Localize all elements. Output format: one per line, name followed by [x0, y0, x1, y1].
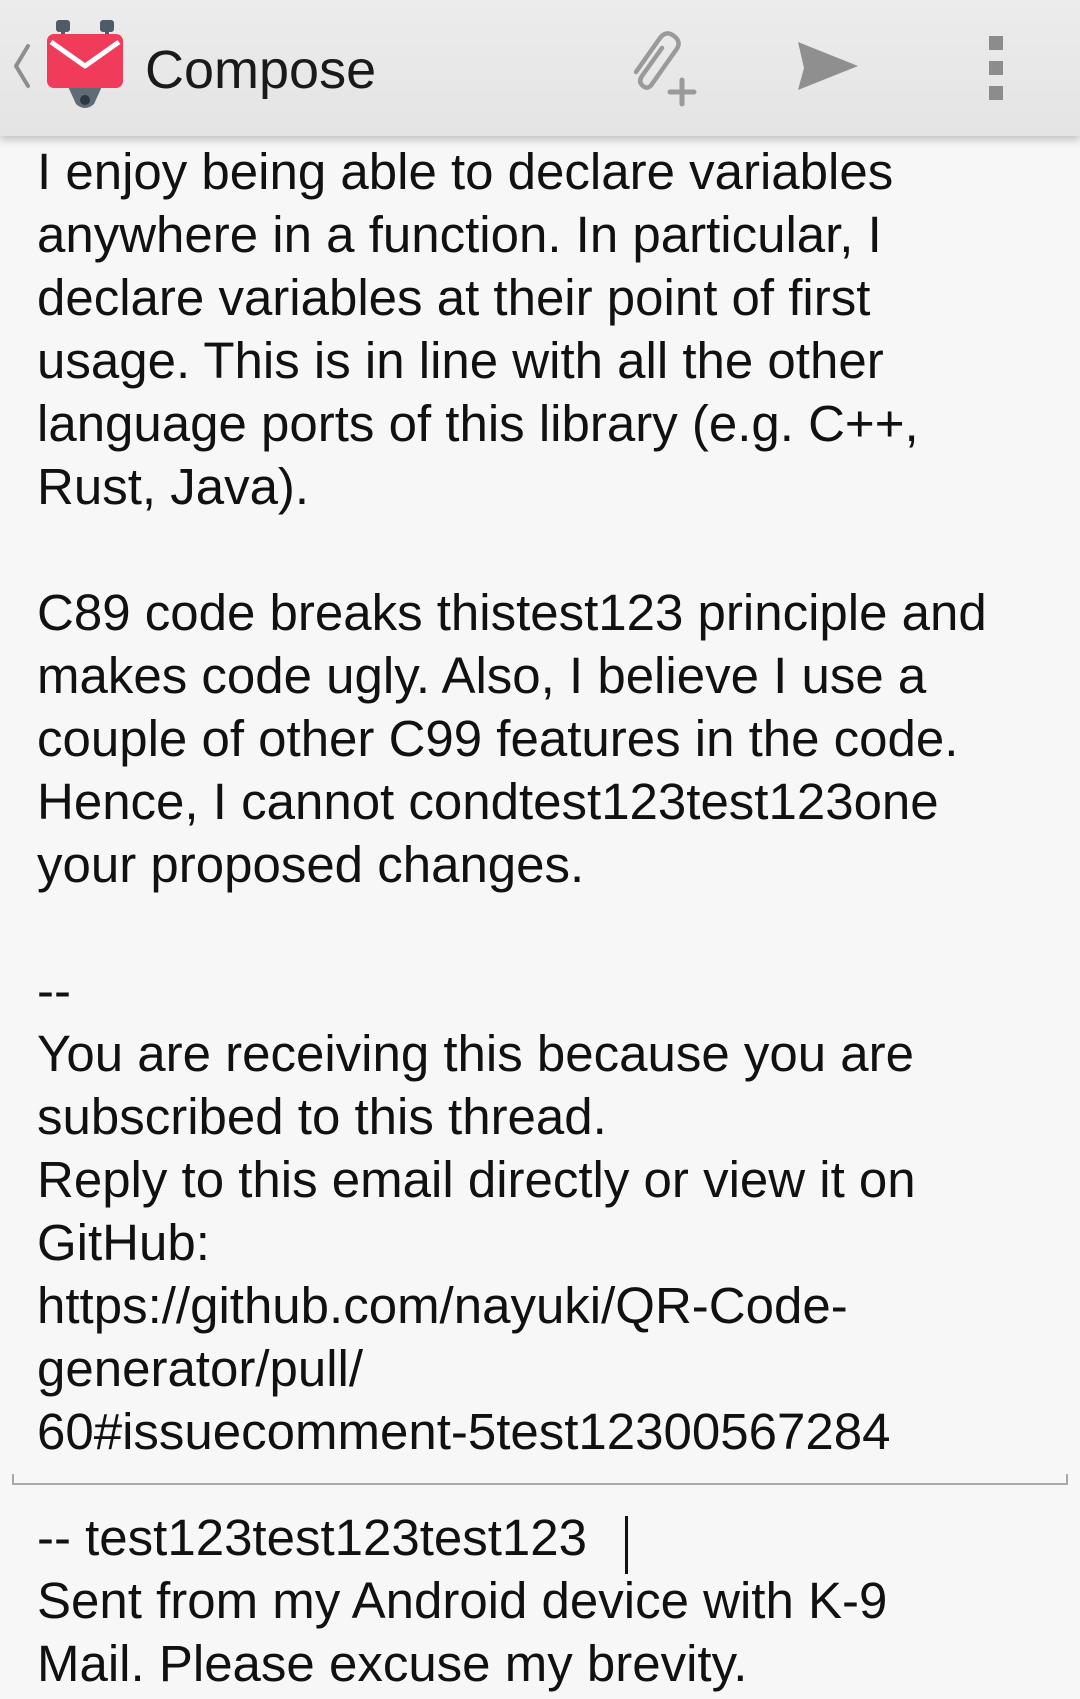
- screen-title: Compose: [145, 40, 377, 100]
- message-body: I enjoy being able to declare variables …: [0, 136, 1080, 1699]
- send-icon: [798, 42, 858, 90]
- signature-field[interactable]: -- test123test123test123 Sent from my An…: [0, 1506, 1080, 1699]
- add-attachment-button[interactable]: [612, 20, 708, 116]
- chevron-left-icon: [14, 44, 30, 88]
- k9-mail-icon: [47, 20, 123, 108]
- text-cursor: [625, 1516, 628, 1574]
- quoted-message-text[interactable]: I enjoy being able to declare variables …: [37, 140, 1067, 1463]
- signature-text: -- test123test123test123 Sent from my An…: [37, 1509, 888, 1692]
- action-bar: Compose: [0, 0, 1080, 136]
- overflow-menu-button[interactable]: [948, 20, 1044, 116]
- up-navigation-button[interactable]: [0, 0, 140, 136]
- overflow-menu-icon: [989, 36, 1003, 100]
- quoted-text-field-underline: [12, 1474, 1068, 1485]
- add-attachment-icon: [633, 31, 697, 107]
- send-button[interactable]: [778, 20, 874, 116]
